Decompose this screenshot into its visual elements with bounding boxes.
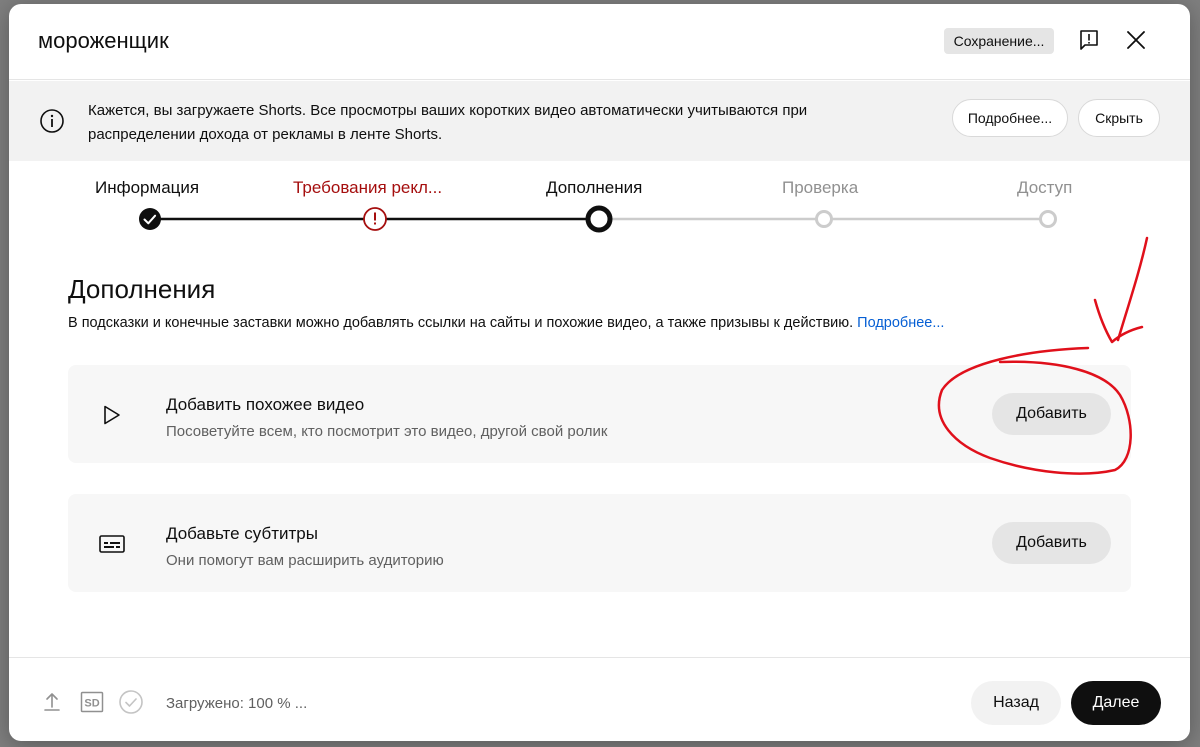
step-done-check-icon[interactable]	[139, 208, 161, 230]
dialog-footer: SD Загружено: 100 % ... Назад Далее	[9, 657, 1190, 741]
step-pending-icon[interactable]	[1039, 210, 1057, 228]
check-circle-icon[interactable]	[118, 689, 144, 715]
step-error-icon[interactable]	[363, 207, 387, 231]
section-learn-more-link[interactable]: Подробнее...	[857, 315, 944, 331]
upload-icon[interactable]	[39, 689, 65, 715]
subtitles-icon	[96, 528, 128, 560]
section-description: В подсказки и конечные заставки можно до…	[68, 315, 944, 331]
step-checks-label[interactable]: Проверка	[782, 178, 858, 198]
subtitles-card: Добавьте субтитры Они помогут вам расшир…	[68, 494, 1131, 592]
card-subtitle: Они помогут вам расширить аудиторию	[166, 552, 444, 569]
step-extras-label[interactable]: Дополнения	[546, 178, 642, 198]
info-icon	[39, 108, 65, 134]
card-title: Добавьте субтитры	[166, 524, 318, 543]
svg-text:SD: SD	[84, 698, 99, 710]
next-button[interactable]: Далее	[1071, 681, 1161, 725]
dialog-title: мороженщик	[38, 28, 169, 53]
section-title: Дополнения	[68, 274, 216, 304]
section-description-text: В подсказки и конечные заставки можно до…	[68, 315, 854, 331]
related-video-card: Добавить похожее видео Посоветуйте всем,…	[68, 365, 1131, 463]
add-related-video-button[interactable]: Добавить	[992, 393, 1111, 435]
step-pending-icon[interactable]	[815, 210, 833, 228]
step-ad-requirements-label[interactable]: Требования рекл...	[293, 178, 442, 198]
sd-quality-icon[interactable]: SD	[79, 689, 105, 715]
step-visibility-label[interactable]: Доступ	[1017, 178, 1072, 198]
dialog-header: мороженщик Сохранение...	[9, 4, 1190, 80]
banner-hide-button[interactable]: Скрыть	[1078, 99, 1160, 137]
feedback-icon[interactable]	[1075, 26, 1103, 54]
banner-text: Кажется, вы загружаете Shorts. Все просм…	[88, 102, 808, 143]
card-title: Добавить похожее видео	[166, 395, 365, 414]
close-icon[interactable]	[1122, 26, 1150, 54]
banner-learn-more-button[interactable]: Подробнее...	[952, 99, 1068, 137]
saving-status-chip: Сохранение...	[944, 28, 1054, 54]
add-subtitles-button[interactable]: Добавить	[992, 522, 1111, 564]
stepper-track	[139, 205, 1057, 233]
card-subtitle: Посоветуйте всем, кто посмотрит это виде…	[166, 423, 608, 440]
upload-dialog: мороженщик Сохранение... Кажется, вы заг…	[9, 4, 1190, 741]
step-info-label[interactable]: Информация	[95, 178, 199, 198]
back-button[interactable]: Назад	[971, 681, 1061, 725]
play-icon	[96, 399, 128, 431]
upload-status: Загружено: 100 % ...	[166, 695, 308, 712]
step-current-icon[interactable]	[585, 205, 613, 233]
